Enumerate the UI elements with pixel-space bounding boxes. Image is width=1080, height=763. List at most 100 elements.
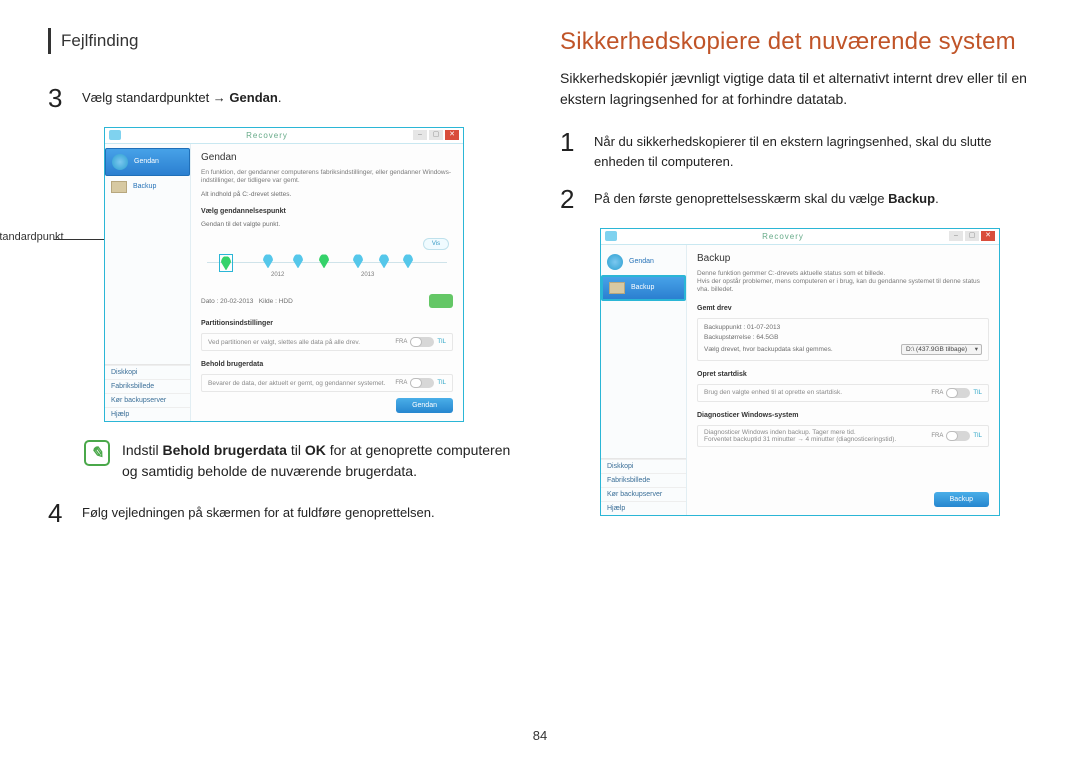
- marker-icon: [403, 254, 413, 268]
- callout-line-icon: [54, 239, 104, 240]
- maximize-button[interactable]: ▢: [965, 231, 979, 241]
- partition-toggle[interactable]: FRA TIL: [395, 337, 446, 347]
- step-text: Følg vejledningen på skærmen for at fuld…: [82, 499, 520, 528]
- sidebar-link-help[interactable]: Hjælp: [105, 407, 190, 421]
- boot-toggle[interactable]: FRA TIL: [931, 388, 982, 398]
- breadcrumb-marker-icon: [48, 28, 51, 54]
- sidebar-link-help[interactable]: Hjælp: [601, 501, 686, 515]
- timeline-year: 2012: [271, 272, 284, 278]
- window-title: Recovery: [617, 232, 949, 241]
- sidebar-item-label: Backup: [133, 183, 156, 190]
- diag-option-row: Diagnosticer Windows inden backup. Tager…: [697, 425, 989, 447]
- close-button[interactable]: ✕: [981, 231, 995, 241]
- timeline-view-button[interactable]: Vis: [423, 238, 449, 250]
- toggle-pill-icon: [946, 388, 970, 398]
- timeline-tick[interactable]: [291, 254, 305, 268]
- restore-point-sub: Gendan til det valgte punkt.: [201, 221, 453, 228]
- timeline-tick[interactable]: [377, 254, 391, 268]
- timeline-tick[interactable]: [351, 254, 365, 268]
- recovery-window-backup: Recovery – ▢ ✕ Gendan Backup: [600, 228, 1000, 516]
- toggle-on-label: TIL: [973, 390, 982, 396]
- window-body: Gendan Backup Diskkopi Fabriksbillede Kø…: [105, 144, 463, 422]
- toggle-off-label: FRA: [395, 339, 407, 345]
- toggle-off-label: FRA: [931, 433, 943, 439]
- restore-icon: [607, 254, 623, 270]
- sidebar-link-runbackup[interactable]: Kør backupserver: [105, 393, 190, 407]
- toggle-on-label: TIL: [973, 433, 982, 439]
- manual-page: Fejlfinding 3 Vælg standardpunktet → Gen…: [0, 0, 1080, 763]
- step-text: Når du sikkerhedskopierer til en ekstern…: [594, 128, 1032, 171]
- sidebar-item-backup[interactable]: Backup: [601, 275, 686, 301]
- page-number: 84: [533, 728, 547, 743]
- backup-button[interactable]: Backup: [934, 492, 989, 507]
- toggle-off-label: FRA: [395, 380, 407, 386]
- step-1: 1 Når du sikkerhedskopierer til en ekste…: [560, 128, 1032, 171]
- pane-alert: Alt indhold på C:-drevet slettes.: [201, 191, 453, 198]
- timeline-tick-default[interactable]: [219, 254, 233, 272]
- sidebar-item-label: Backup: [631, 284, 654, 291]
- recovery-window-restore: Recovery – ▢ ✕ Gendan: [104, 127, 464, 423]
- sidebar-item-restore[interactable]: Gendan: [601, 249, 686, 275]
- close-button[interactable]: ✕: [445, 130, 459, 140]
- keep-option-row: Bevarer de data, der aktuelt er gemt, og…: [201, 374, 453, 392]
- pane-title: Gendan: [201, 152, 453, 163]
- hdd-icon: [429, 294, 453, 308]
- right-column: Sikkerhedskopiere det nuværende system S…: [560, 28, 1032, 743]
- window-titlebar: Recovery – ▢ ✕: [105, 128, 463, 144]
- diag-toggle[interactable]: FRA TIL: [931, 431, 982, 441]
- sidebar-item-label: Gendan: [134, 158, 159, 165]
- toggle-on-label: TIL: [437, 380, 446, 386]
- note-icon: ✎: [84, 440, 110, 466]
- sidebar-item-restore[interactable]: Gendan: [105, 148, 190, 176]
- sidebar-item-label: Gendan: [629, 258, 654, 265]
- pane-description: En funktion, der gendanner computerens f…: [201, 169, 453, 186]
- toggle-pill-icon: [946, 431, 970, 441]
- sidebar-link-diskcopy[interactable]: Diskkopi: [105, 365, 190, 379]
- drive-select[interactable]: D:\ (437.9GB tilbage): [901, 344, 982, 355]
- toggle-pill-icon: [410, 378, 434, 388]
- app-icon: [605, 231, 617, 241]
- date-label: Dato : 20-02-2013 Kilde : HDD: [201, 298, 293, 305]
- keep-toggle[interactable]: FRA TIL: [395, 378, 446, 388]
- section-boot-disk: Opret startdisk: [697, 371, 989, 378]
- figure-wrapper: Standardpunkt Recovery – ▢ ✕: [48, 127, 520, 423]
- sidebar-link-diskcopy[interactable]: Diskkopi: [601, 459, 686, 473]
- date-row: Dato : 20-02-2013 Kilde : HDD: [201, 292, 453, 310]
- backup-icon: [111, 181, 127, 193]
- maximize-button[interactable]: ▢: [429, 130, 443, 140]
- sidebar-link-factory[interactable]: Fabriksbillede: [601, 473, 686, 487]
- step-text-suffix: .: [278, 90, 282, 105]
- pane-title: Backup: [697, 253, 989, 264]
- toggle-on-label: TIL: [437, 339, 446, 345]
- recovery-sidebar: Gendan Backup Diskkopi Fabriksbillede Kø…: [105, 144, 191, 422]
- window-title: Recovery: [121, 131, 413, 140]
- partition-option-row: Ved partitionen er valgt, slettes alle d…: [201, 333, 453, 351]
- step-text-bold: Gendan: [229, 90, 277, 105]
- step-text: Vælg standardpunktet → Gendan.: [82, 84, 520, 113]
- restore-timeline: Vis 2012 2013: [201, 238, 453, 284]
- sidebar-link-factory[interactable]: Fabriksbillede: [105, 379, 190, 393]
- backup-point: Backuppunkt : 01-07-2013: [704, 324, 982, 331]
- window-titlebar: Recovery – ▢ ✕: [601, 229, 999, 245]
- sidebar-bottom: Diskkopi Fabriksbillede Kør backupserver…: [601, 458, 686, 515]
- section-intro: Sikkerhedskopiér jævnligt vigtige data t…: [560, 68, 1032, 110]
- section-keep-userdata: Behold brugerdata: [201, 361, 453, 368]
- marker-icon: [221, 256, 231, 270]
- minimize-button[interactable]: –: [413, 130, 427, 140]
- restore-button[interactable]: Gendan: [396, 398, 453, 413]
- recovery-sidebar: Gendan Backup Diskkopi Fabriksbillede Kø…: [601, 245, 687, 515]
- note-box: ✎ Indstil Behold brugerdata til OK for a…: [84, 440, 520, 481]
- section-diag: Diagnosticer Windows-system: [697, 412, 989, 419]
- timeline-tick[interactable]: [401, 254, 415, 268]
- sidebar-link-runbackup[interactable]: Kør backupserver: [601, 487, 686, 501]
- step-number: 3: [48, 84, 68, 113]
- diag-desc: Diagnosticer Windows inden backup. Tager…: [704, 429, 896, 443]
- partition-desc: Ved partitionen er valgt, slettes alle d…: [208, 339, 360, 346]
- minimize-button[interactable]: –: [949, 231, 963, 241]
- timeline-tick[interactable]: [261, 254, 275, 268]
- step-3: 3 Vælg standardpunktet → Gendan.: [48, 84, 520, 113]
- sidebar-item-backup[interactable]: Backup: [105, 176, 190, 198]
- marker-icon: [353, 254, 363, 268]
- boot-option-row: Brug den valgte enhed til at oprette en …: [697, 384, 989, 402]
- timeline-tick[interactable]: [317, 254, 331, 268]
